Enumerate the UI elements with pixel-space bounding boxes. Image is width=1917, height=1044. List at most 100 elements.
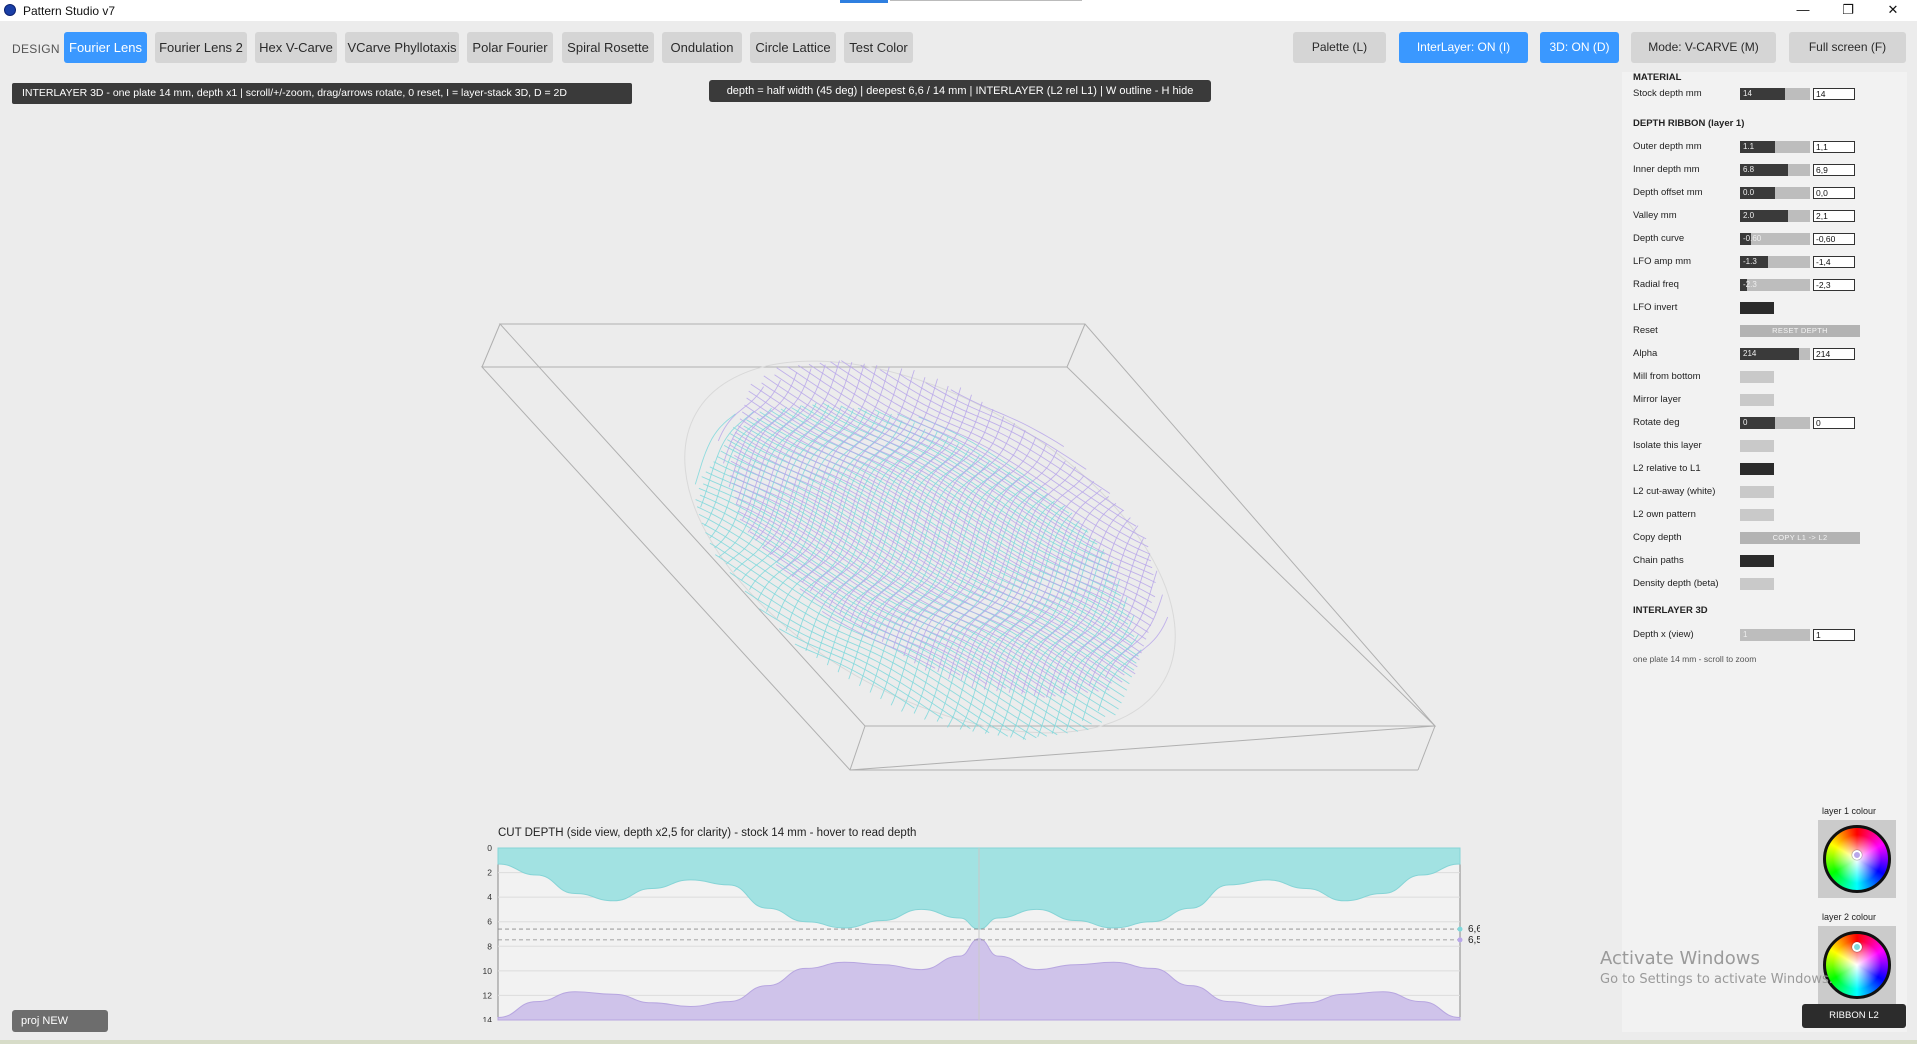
reset-button[interactable]: RESET DEPTH — [1740, 325, 1860, 337]
mesh-line — [857, 407, 1098, 545]
valley-mm-input[interactable]: 2,1 — [1813, 210, 1855, 222]
mesh-line — [841, 360, 1147, 540]
valley-mm-slider[interactable]: 2.0 — [1740, 210, 1810, 222]
depth-marker-dot — [1457, 937, 1463, 943]
depth-offset-mm-label: Depth offset mm — [1633, 187, 1703, 198]
l2-own-pattern-label: L2 own pattern — [1633, 509, 1696, 520]
lfo-invert-toggle[interactable] — [1740, 302, 1774, 314]
project-button[interactable]: proj NEW — [12, 1010, 108, 1032]
outer-depth-mm-slider[interactable]: 1.1 — [1740, 141, 1810, 153]
slider-value: -0.60 — [1743, 234, 1762, 243]
depth-x-slider[interactable]: 1 — [1740, 629, 1810, 641]
fullscreen-button[interactable]: Full screen (F) — [1789, 32, 1906, 63]
rotate-deg-label: Rotate deg — [1633, 417, 1680, 428]
depth-x-input[interactable]: 1 — [1813, 629, 1855, 641]
tab-test-color[interactable]: Test Color — [844, 32, 913, 63]
inner-depth-mm-label: Inner depth mm — [1633, 164, 1700, 175]
tab-fourier-lens[interactable]: Fourier Lens — [64, 32, 147, 63]
slider-value: 1.1 — [1743, 142, 1755, 151]
rotate-deg-slider[interactable]: 0 — [1740, 417, 1810, 429]
depth-curve-label: Depth curve — [1633, 233, 1685, 244]
depth-marker-label: 6,6 mm — [1468, 924, 1480, 935]
mesh-line — [694, 413, 736, 485]
y-tick-label: 12 — [483, 990, 493, 1000]
isolate-this-layer-toggle[interactable] — [1740, 440, 1774, 452]
reset-label: Reset — [1633, 325, 1658, 336]
design-label: DESIGN — [12, 42, 60, 56]
activate-windows-title: Activate Windows — [1600, 948, 1760, 969]
mill-from-bottom-toggle[interactable] — [1740, 371, 1774, 383]
palette-button[interactable]: Palette (L) — [1293, 32, 1386, 63]
tab-circle-lattice[interactable]: Circle Lattice — [750, 32, 836, 63]
minimize-button[interactable]: — — [1781, 0, 1825, 21]
tab-polar-fourier[interactable]: Polar Fourier — [467, 32, 553, 63]
mill-from-bottom-label: Mill from bottom — [1633, 371, 1701, 382]
material-heading: MATERIAL — [1633, 72, 1682, 83]
tab-hex-v-carve[interactable]: Hex V-Carve — [255, 32, 337, 63]
y-tick-label: 0 — [487, 843, 492, 853]
bottom-status-strip — [0, 1040, 1917, 1044]
3d-viewport[interactable] — [470, 310, 1450, 780]
stock-depth-input[interactable]: 14 — [1813, 88, 1855, 100]
layer-1-mesh — [717, 360, 1169, 698]
mesh-line — [742, 364, 826, 520]
3d-toggle-button[interactable]: 3D: ON (D) — [1540, 32, 1619, 63]
outer-depth-mm-label: Outer depth mm — [1633, 141, 1702, 152]
lfo-amp-mm-slider[interactable]: -1.3 — [1740, 256, 1810, 268]
inner-depth-mm-slider[interactable]: 6.8 — [1740, 164, 1810, 176]
y-tick-label: 6 — [487, 917, 492, 927]
outer-depth-mm-input[interactable]: 1,1 — [1813, 141, 1855, 153]
copy-depth-button[interactable]: COPY L1 -> L2 — [1740, 532, 1860, 544]
valley-mm-label: Valley mm — [1633, 210, 1677, 221]
chain-paths-toggle[interactable] — [1740, 555, 1774, 567]
radial-freq-input[interactable]: -2,3 — [1813, 279, 1855, 291]
mirror-layer-label: Mirror layer — [1633, 394, 1682, 405]
mesh-line — [972, 520, 1080, 732]
density-depth-beta-toggle[interactable] — [1740, 578, 1774, 590]
maximize-button[interactable]: ❐ — [1826, 0, 1870, 21]
depth-chart-y-ticks: 0 2 4 6 8 10 12 14 — [483, 843, 493, 1022]
depth-chart[interactable]: 0 2 4 6 8 10 12 14 6,6 mm6,5 mm — [480, 840, 1480, 1022]
lens-wireframe-mesh — [684, 360, 1176, 740]
mesh-line — [794, 643, 915, 709]
l2-cut-away-white-label: L2 cut-away (white) — [1633, 486, 1716, 497]
close-button[interactable]: ✕ — [1871, 0, 1915, 21]
alpha-slider[interactable]: 214 — [1740, 348, 1810, 360]
slider-value: -2.3 — [1743, 280, 1757, 289]
tab-vcarve-phyllotaxis[interactable]: VCarve Phyllotaxis — [345, 32, 459, 63]
tab-ondulation[interactable]: Ondulation — [662, 32, 742, 63]
layer-2-colour-label: layer 2 colour — [1822, 912, 1877, 922]
slider-value: -1.3 — [1743, 257, 1757, 266]
inner-depth-mm-input[interactable]: 6,9 — [1813, 164, 1855, 176]
depth-offset-mm-slider[interactable]: 0.0 — [1740, 187, 1810, 199]
activate-windows-subtitle: Go to Settings to activate Windows. — [1600, 972, 1833, 987]
l2-cut-away-white-toggle[interactable] — [1740, 486, 1774, 498]
l2-relative-to-l1-toggle[interactable] — [1740, 463, 1774, 475]
y-tick-label: 4 — [487, 892, 492, 902]
radial-freq-slider[interactable]: -2.3 — [1740, 279, 1810, 291]
mode-button[interactable]: Mode: V-CARVE (M) — [1631, 32, 1776, 63]
ribbon-layer-button[interactable]: RIBBON L2 — [1802, 1004, 1906, 1028]
tab-spiral-rosette[interactable]: Spiral Rosette — [562, 32, 654, 63]
slider-value: 14 — [1743, 89, 1752, 98]
depth-curve-slider[interactable]: -0.60 — [1740, 233, 1810, 245]
stock-depth-slider[interactable]: 14 — [1740, 88, 1810, 100]
colour-selector-dot[interactable] — [1852, 850, 1862, 860]
alpha-input[interactable]: 214 — [1813, 348, 1855, 360]
app-icon — [4, 4, 16, 16]
depth-curve-input[interactable]: -0,60 — [1813, 233, 1855, 245]
rotate-deg-input[interactable]: 0 — [1813, 417, 1855, 429]
lfo-amp-mm-input[interactable]: -1,4 — [1813, 256, 1855, 268]
title-divider — [890, 0, 1082, 1]
mirror-layer-toggle[interactable] — [1740, 394, 1774, 406]
layer-1-colour-picker[interactable] — [1818, 820, 1896, 898]
l2-own-pattern-toggle[interactable] — [1740, 509, 1774, 521]
slider-value: 214 — [1743, 349, 1757, 358]
tab-fourier-lens-2[interactable]: Fourier Lens 2 — [155, 32, 247, 63]
interlayer-toggle-button[interactable]: InterLayer: ON (I) — [1399, 32, 1528, 63]
depth-offset-mm-input[interactable]: 0,0 — [1813, 187, 1855, 199]
mesh-line — [898, 373, 1111, 494]
mesh-line — [739, 518, 1045, 698]
colour-selector-dot[interactable] — [1852, 942, 1862, 952]
layer-1-colour-label: layer 1 colour — [1822, 806, 1877, 816]
